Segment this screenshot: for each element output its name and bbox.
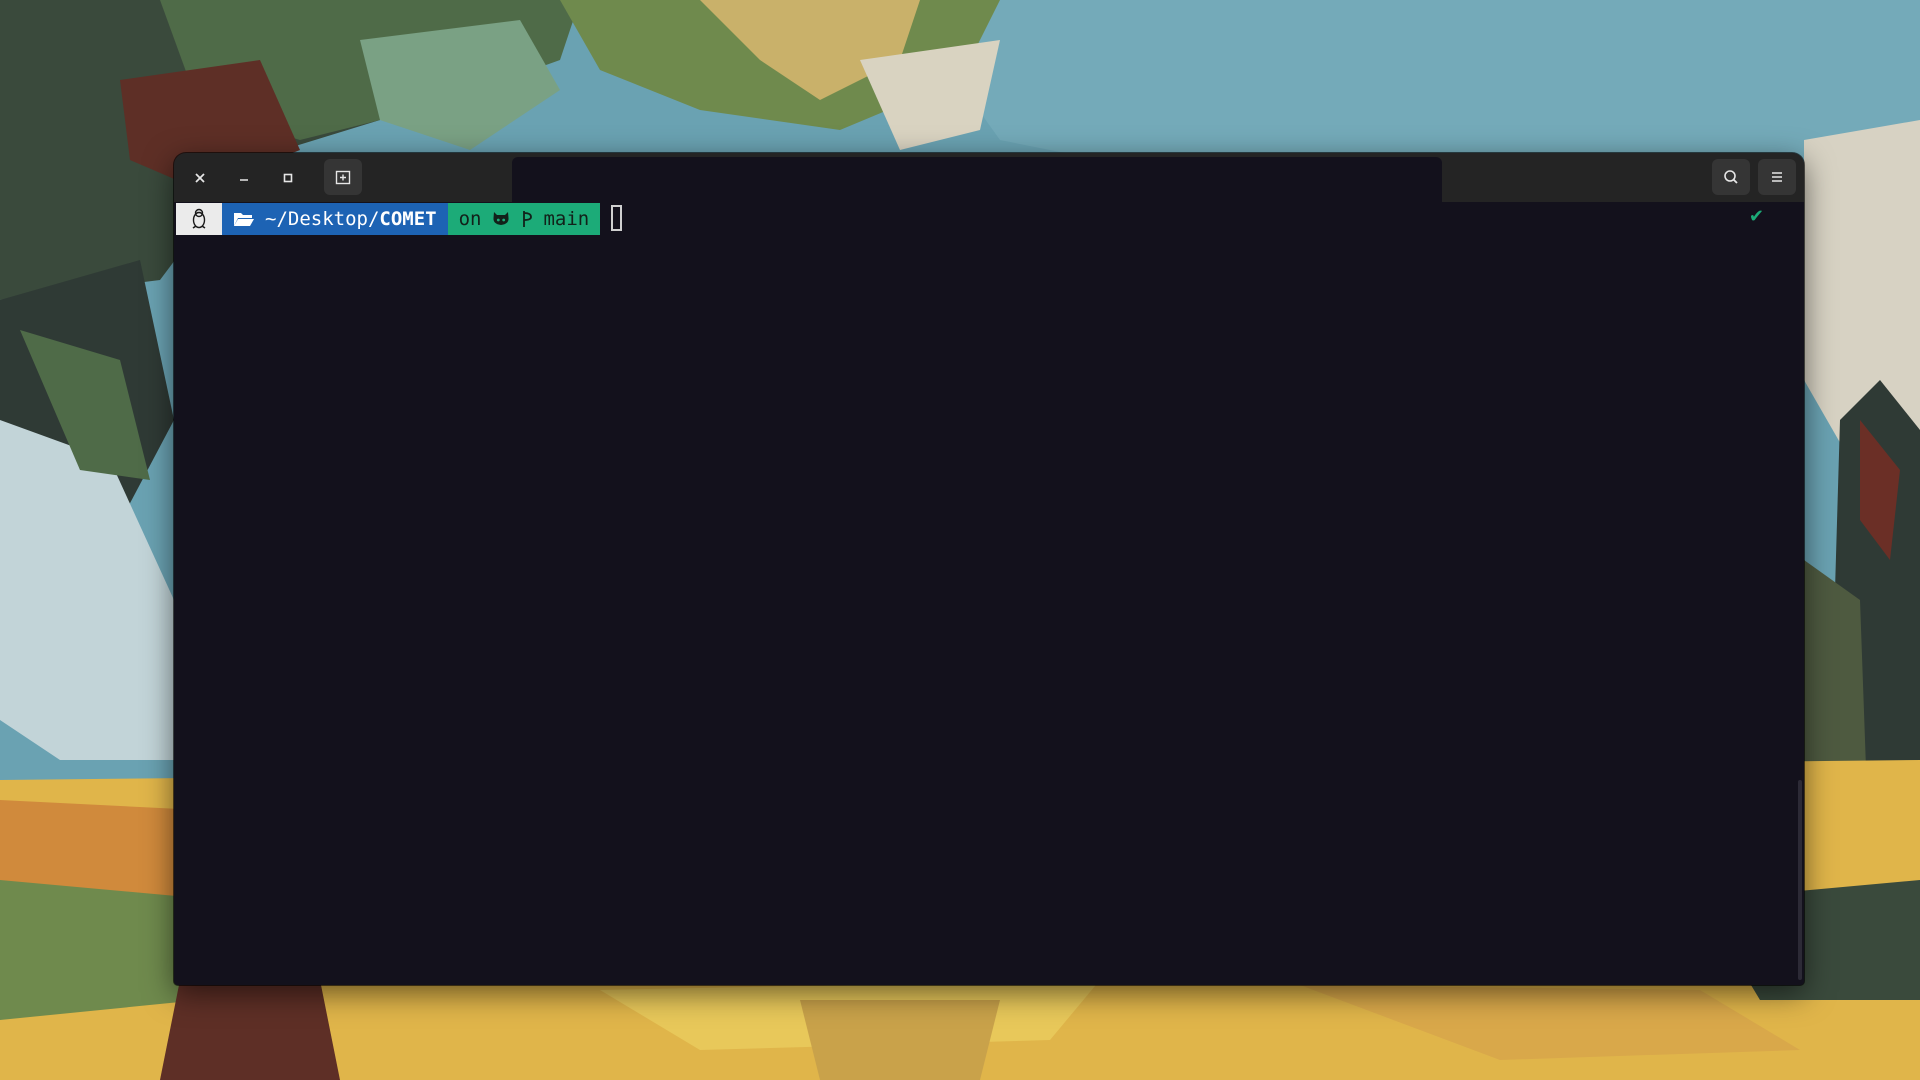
path-text: ~/Desktop/COMET: [265, 203, 437, 235]
maximize-icon: [283, 173, 293, 183]
prompt-git-segment: on main: [447, 203, 601, 235]
terminal-area[interactable]: ~/Desktop/COMET on main ✔: [174, 202, 1804, 985]
terminal-window: ~/Desktop/COMET on main ✔: [174, 153, 1804, 985]
prompt-os-segment: [176, 203, 222, 235]
title-bar: [174, 153, 1804, 202]
hamburger-menu-icon: [1772, 172, 1782, 182]
tab-active[interactable]: [512, 157, 1442, 202]
path-current: COMET: [379, 208, 437, 230]
close-button[interactable]: [186, 164, 214, 192]
text-cursor: [611, 205, 623, 231]
branch-icon: [523, 211, 533, 227]
new-tab-icon: [335, 170, 351, 185]
maximize-button[interactable]: [274, 164, 302, 192]
shell-prompt: ~/Desktop/COMET on main: [176, 203, 623, 235]
tux-icon: [192, 208, 206, 229]
scrollbar[interactable]: [1798, 780, 1802, 980]
desktop: ~/Desktop/COMET on main ✔: [0, 0, 1920, 1080]
prompt-directory-segment: ~/Desktop/COMET: [222, 203, 448, 235]
new-tab-button[interactable]: [324, 159, 362, 195]
search-icon: [1724, 170, 1738, 184]
folder-open-icon: [234, 213, 254, 226]
path-prefix: ~/Desktop/: [265, 208, 380, 230]
close-icon: [195, 173, 205, 183]
check-icon: ✔: [1748, 206, 1764, 227]
git-on-label: on: [458, 208, 482, 230]
minimize-button[interactable]: [230, 164, 258, 192]
menu-button[interactable]: [1758, 159, 1796, 195]
minimize-icon: [240, 179, 248, 181]
search-button[interactable]: [1712, 159, 1750, 195]
github-icon: [493, 212, 510, 225]
git-branch-name: main: [543, 208, 590, 230]
